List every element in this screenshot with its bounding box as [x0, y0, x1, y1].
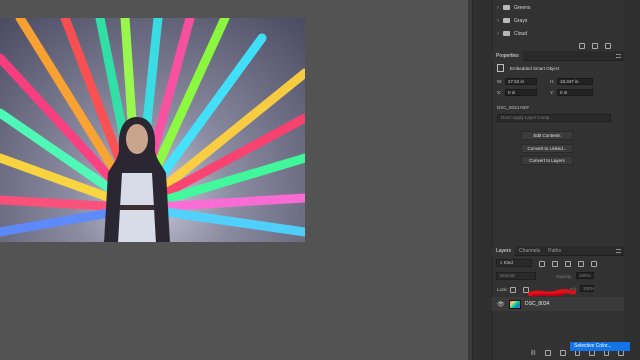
new-group-icon[interactable]: [579, 43, 585, 49]
swatches-footer-bar: [579, 41, 611, 51]
height-label: H:: [550, 79, 555, 84]
panel-menu-icon[interactable]: [616, 249, 621, 253]
smart-object-filter-icon[interactable]: [591, 261, 597, 267]
photo-image[interactable]: [0, 18, 305, 242]
layer-row-dsc8034[interactable]: 👁 DSC_8034: [492, 297, 624, 311]
panel-menu-icon[interactable]: [616, 54, 621, 58]
blend-mode-dropdown[interactable]: Normal: [496, 272, 536, 280]
swatch-group-greens[interactable]: › Greens: [493, 1, 611, 14]
width-label: W:: [497, 79, 503, 84]
add-style-icon[interactable]: [545, 350, 551, 356]
properties-tab-strip: Properties: [492, 50, 624, 61]
type-filter-icon[interactable]: [565, 261, 571, 267]
right-tool-strip: [624, 0, 640, 360]
opacity-label: Opacity:: [556, 274, 573, 279]
link-layers-icon[interactable]: ⛓: [530, 350, 536, 356]
lock-transparent-icon[interactable]: [510, 287, 516, 293]
opacity-field[interactable]: 100%: [576, 272, 594, 279]
lock-icons: [510, 285, 529, 295]
lock-label: Lock:: [497, 287, 508, 292]
layer-filter-icons: [539, 259, 597, 269]
swatch-group-cloud[interactable]: › Cloud: [493, 27, 611, 40]
width-field[interactable]: 27.52 in: [505, 78, 537, 85]
layer-name[interactable]: DSC_8034: [525, 301, 549, 307]
eye-visibility-icon[interactable]: 👁: [497, 301, 505, 308]
collapsed-panel-dock: [472, 0, 492, 360]
folder-icon: [503, 18, 510, 23]
x-field[interactable]: 0 in: [505, 89, 537, 96]
chevron-right-icon[interactable]: ›: [493, 31, 503, 37]
kind-label: Kind: [503, 260, 513, 265]
height-field[interactable]: 18.347 in: [557, 78, 593, 85]
layers-tab-strip: Layers Channels Paths: [492, 245, 624, 256]
object-type-label: Embedded Smart Object: [510, 66, 560, 71]
fill-field[interactable]: 100%: [580, 285, 595, 292]
document-canvas[interactable]: [0, 0, 468, 360]
tab-properties[interactable]: Properties: [492, 50, 523, 61]
shape-filter-icon[interactable]: [578, 261, 584, 267]
swatch-group-grays[interactable]: › Grays: [493, 14, 611, 27]
folder-icon: [503, 31, 510, 36]
pixel-filter-icon[interactable]: [539, 261, 545, 267]
chevron-right-icon[interactable]: ›: [493, 5, 503, 11]
smart-object-icon: [497, 64, 504, 72]
new-swatch-icon[interactable]: [592, 43, 598, 49]
y-field[interactable]: 0 in: [557, 89, 593, 96]
trash-icon[interactable]: [605, 43, 611, 49]
convert-to-layers-button[interactable]: Convert to Layers: [521, 156, 573, 165]
source-filename: DSC_8034.NEF: [497, 105, 530, 110]
tab-paths[interactable]: Paths: [544, 246, 565, 256]
edit-contents-button[interactable]: Edit Contents: [521, 131, 573, 140]
filter-kind-dropdown[interactable]: ⌕ Kind: [496, 259, 532, 267]
adjustment-filter-icon[interactable]: [552, 261, 558, 267]
tab-layers[interactable]: Layers: [492, 245, 516, 256]
tab-channels[interactable]: Channels: [515, 246, 544, 256]
folder-icon: [503, 5, 510, 10]
person-silhouette: [104, 117, 170, 242]
y-label: Y:: [550, 90, 555, 95]
add-mask-icon[interactable]: [559, 350, 566, 356]
convert-to-linked-button[interactable]: Convert to Linked...: [521, 144, 573, 153]
chevron-right-icon[interactable]: ›: [493, 18, 503, 24]
x-label: X:: [497, 90, 502, 95]
layer-thumbnail: [509, 299, 521, 309]
selective-color-menu-item[interactable]: Selective Color...: [570, 342, 630, 351]
layer-comp-dropdown[interactable]: Don't Apply Layer Comp: [497, 114, 611, 122]
